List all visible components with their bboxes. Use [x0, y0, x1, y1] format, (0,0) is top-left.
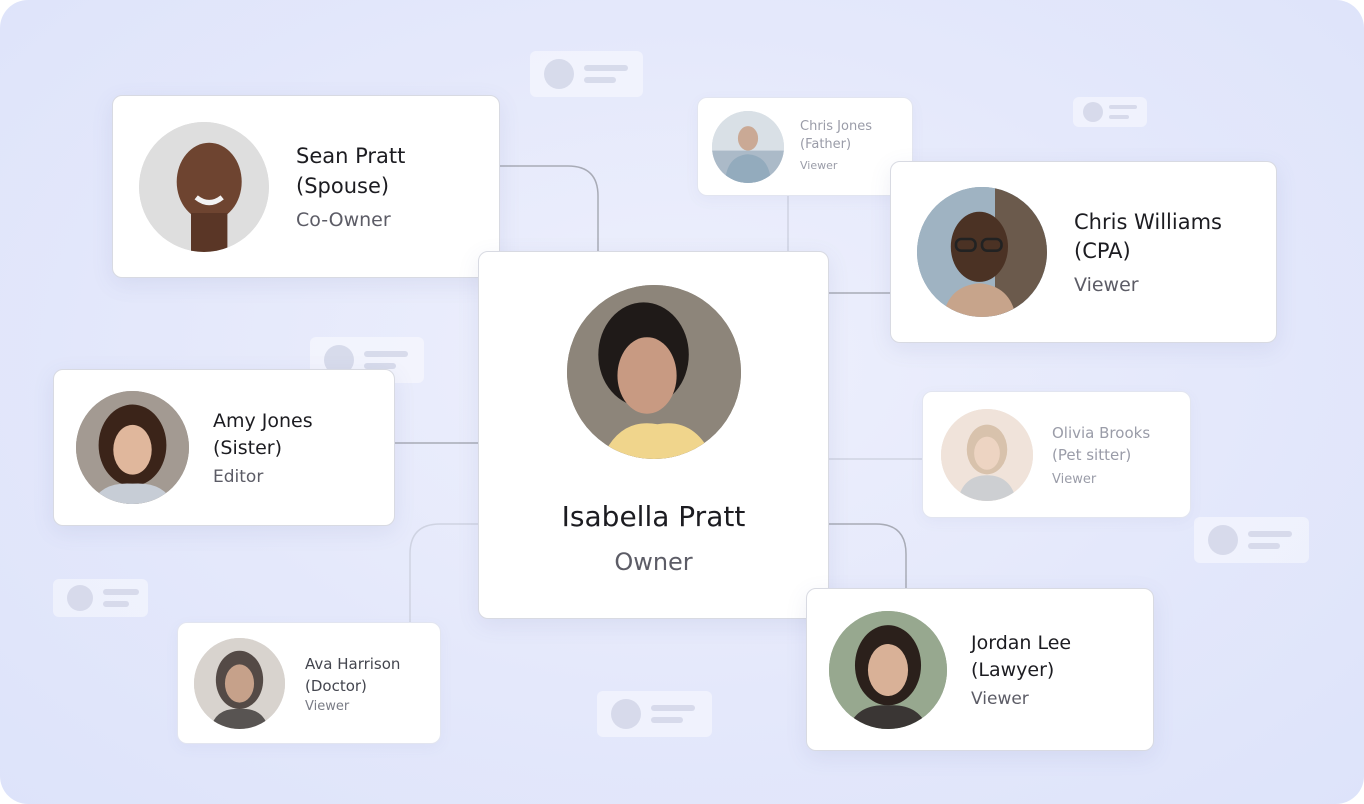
- member-role: Viewer: [971, 689, 1029, 710]
- member-relation: (Doctor): [305, 676, 367, 695]
- member-name: Olivia Brooks: [1052, 424, 1151, 442]
- member-card-chris-jones[interactable]: Chris Jones (Father) Viewer: [697, 97, 913, 196]
- sharing-network-canvas: Sean Pratt (Spouse) Co-Owner Chris Jones…: [0, 0, 1364, 804]
- avatar: [941, 408, 1033, 501]
- placeholder-card: [597, 691, 712, 737]
- member-role: Co-Owner: [296, 208, 391, 231]
- connector-jordan: [828, 523, 907, 588]
- person-portrait-icon: [941, 408, 1033, 501]
- person-portrait-icon: [712, 110, 784, 183]
- avatar: [566, 285, 741, 459]
- person-portrait-icon: [829, 610, 947, 729]
- placeholder-card: [53, 579, 148, 617]
- member-card-olivia-brooks[interactable]: Olivia Brooks (Pet sitter) Viewer: [922, 391, 1191, 518]
- member-relation: (Sister): [213, 436, 283, 459]
- member-role: Editor: [213, 467, 264, 488]
- owner-card-isabella-pratt[interactable]: Isabella Pratt Owner: [478, 251, 829, 619]
- member-card-sean-pratt[interactable]: Sean Pratt (Spouse) Co-Owner: [112, 95, 500, 278]
- avatar: [917, 187, 1047, 317]
- member-name: Jordan Lee: [971, 631, 1072, 654]
- member-name: Amy Jones: [213, 409, 313, 432]
- member-relation: (Spouse): [296, 173, 390, 198]
- member-name: Sean Pratt: [296, 144, 406, 169]
- member-card-ava-harrison[interactable]: Ava Harrison (Doctor) Viewer: [177, 622, 441, 744]
- person-portrait-icon: [917, 187, 1047, 317]
- avatar: [829, 610, 947, 729]
- member-role: Viewer: [800, 159, 838, 172]
- avatar: [139, 121, 269, 252]
- member-role: Viewer: [1074, 274, 1139, 297]
- member-card-jordan-lee[interactable]: Jordan Lee (Lawyer) Viewer: [806, 588, 1154, 751]
- person-portrait-icon: [566, 285, 741, 459]
- placeholder-card: [530, 51, 643, 97]
- member-relation: (CPA): [1074, 239, 1131, 263]
- member-relation: (Father): [800, 137, 852, 152]
- member-role: Viewer: [1052, 472, 1097, 487]
- placeholder-card: [1073, 97, 1147, 127]
- placeholder-card: [1194, 517, 1309, 563]
- avatar: [194, 637, 285, 729]
- member-name: Chris Jones: [800, 119, 872, 134]
- person-portrait-icon: [194, 637, 285, 729]
- member-card-amy-jones[interactable]: Amy Jones (Sister) Editor: [53, 369, 395, 526]
- member-role: Viewer: [305, 698, 350, 714]
- avatar: [76, 391, 189, 504]
- connector-sean: [500, 165, 599, 252]
- person-portrait-icon: [139, 121, 269, 252]
- member-card-chris-williams[interactable]: Chris Williams (CPA) Viewer: [890, 161, 1277, 343]
- member-relation: (Lawyer): [971, 658, 1055, 681]
- connector-ava: [409, 523, 478, 622]
- owner-role: Owner: [614, 548, 693, 577]
- owner-name: Isabella Pratt: [561, 500, 746, 533]
- person-portrait-icon: [76, 391, 189, 504]
- member-relation: (Pet sitter): [1052, 446, 1132, 464]
- member-name: Ava Harrison: [305, 654, 401, 673]
- member-name: Chris Williams: [1074, 209, 1222, 234]
- avatar: [712, 110, 784, 183]
